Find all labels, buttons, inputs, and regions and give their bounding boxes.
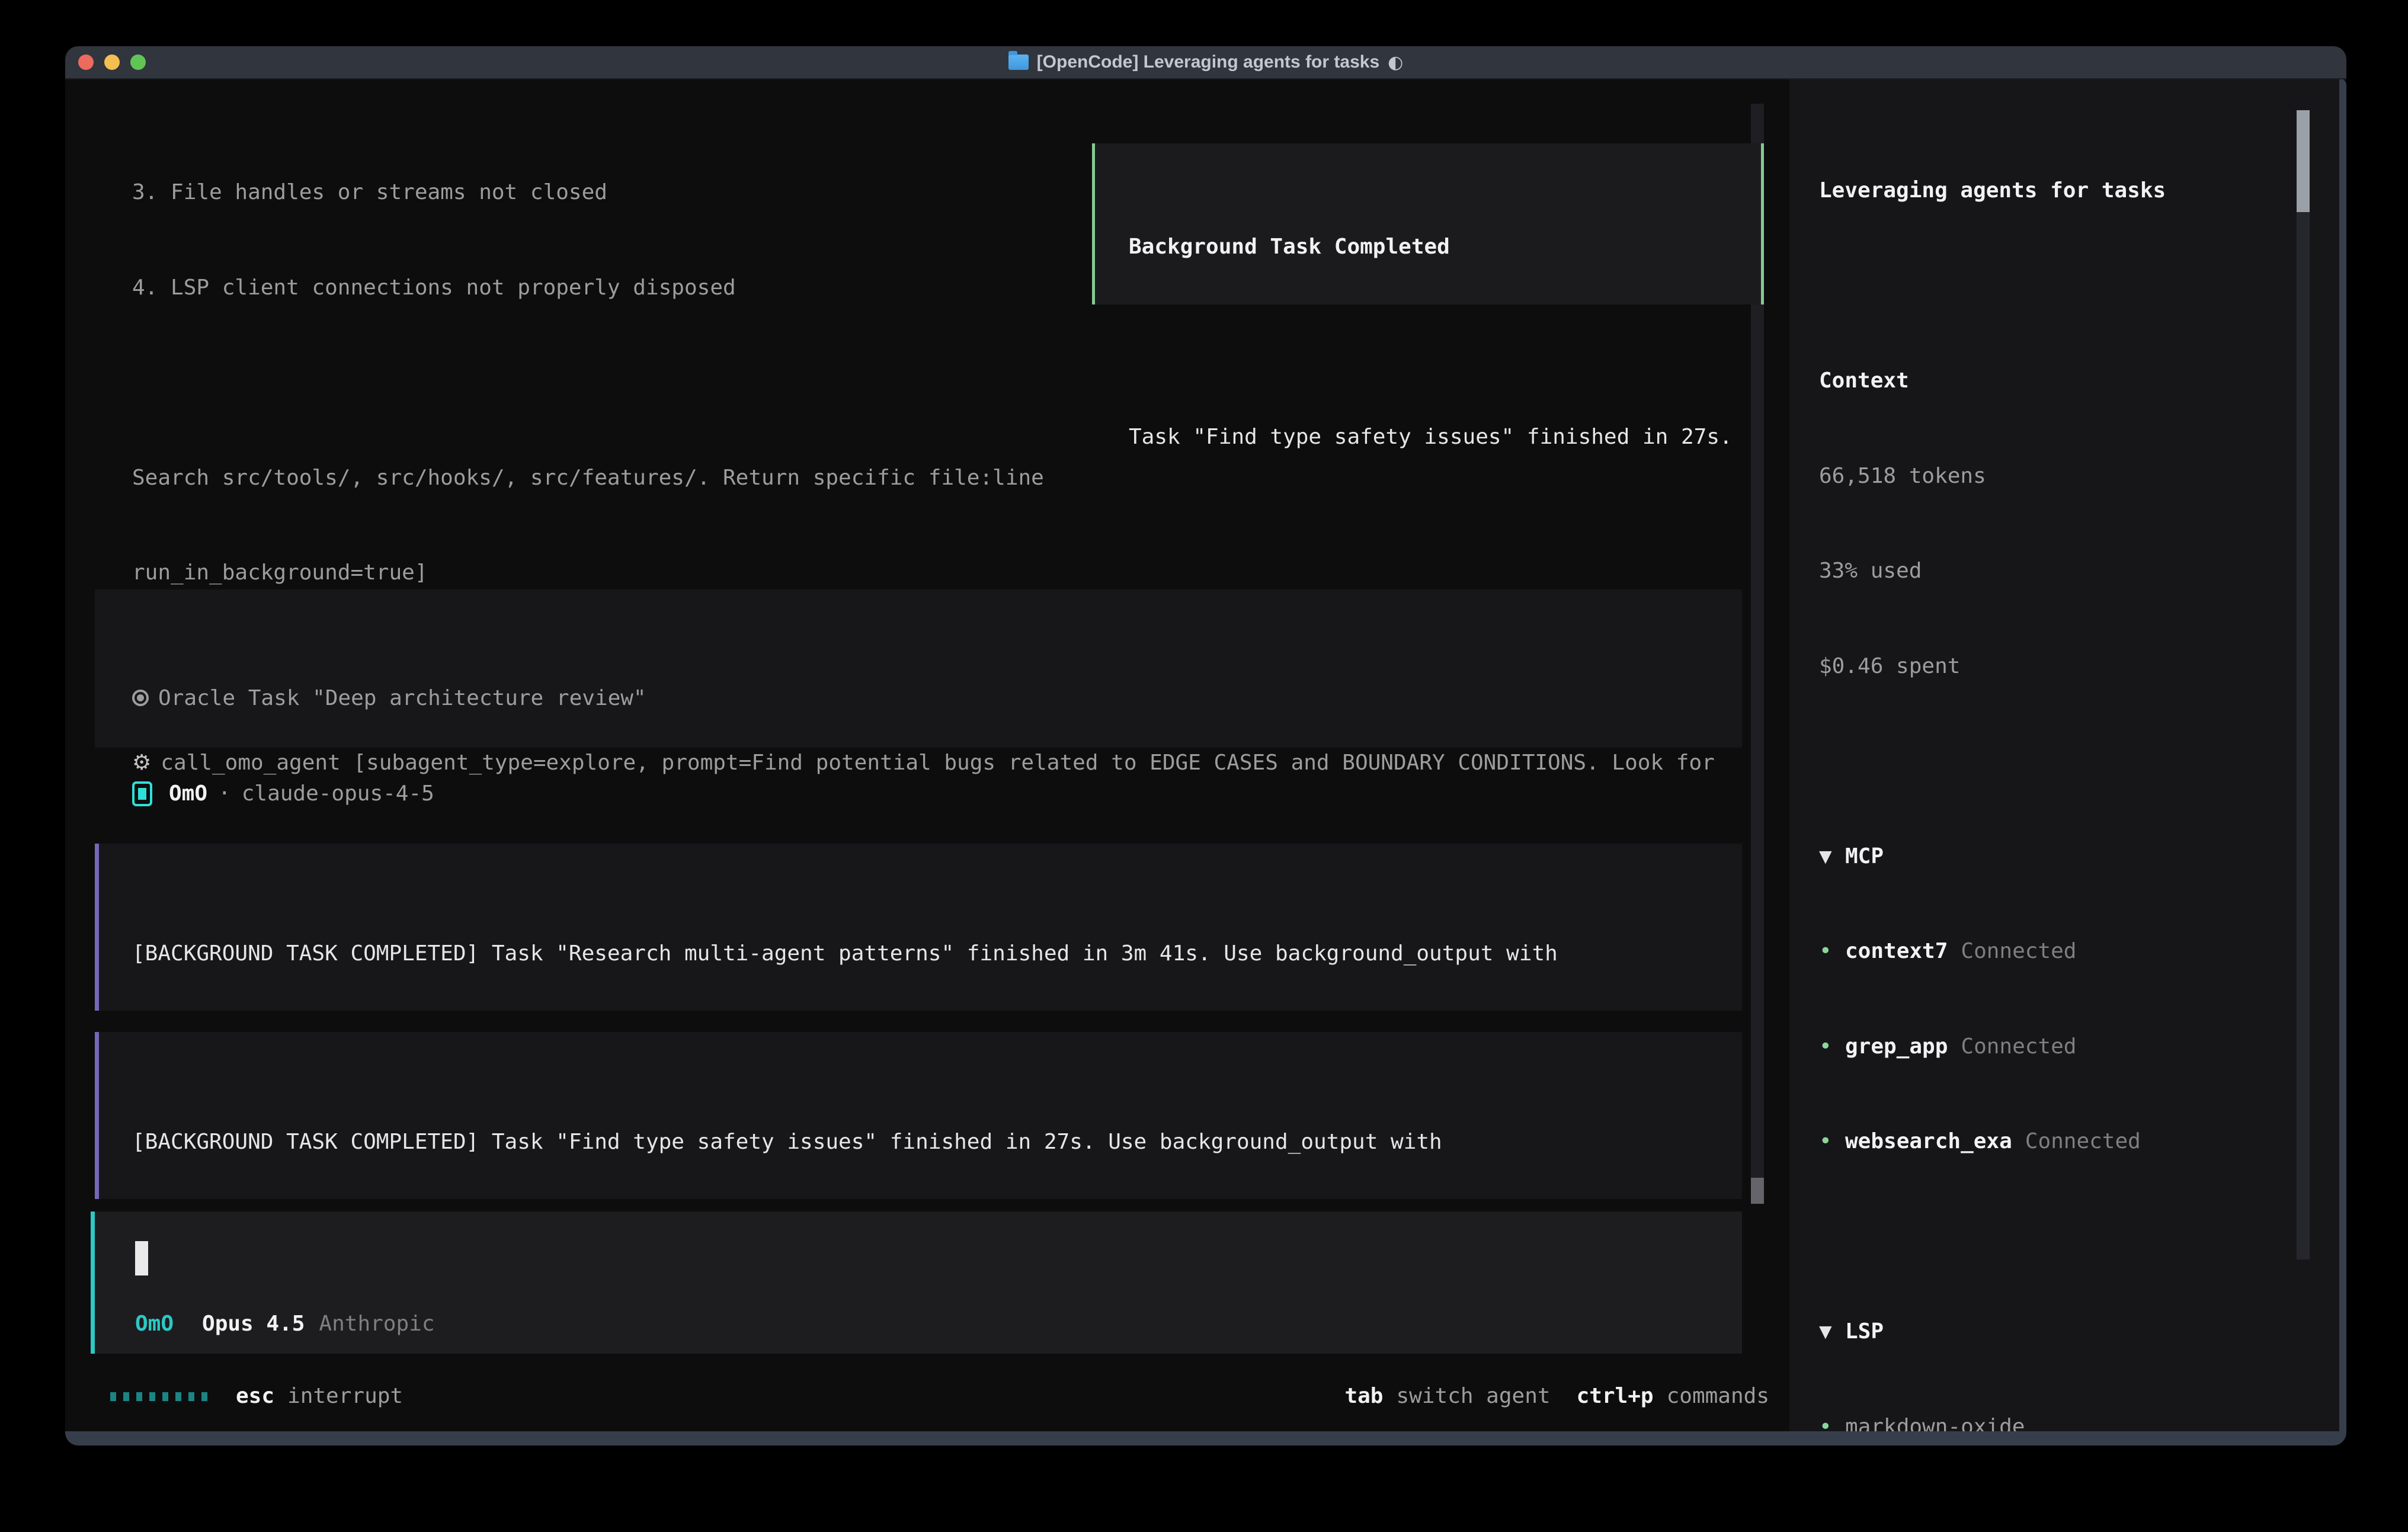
mcp-item: •context7 Connected [1819, 935, 2329, 967]
folder-icon [1008, 55, 1029, 70]
sidebar-title: Leveraging agents for tasks [1819, 175, 2329, 207]
task-message-box: [BACKGROUND TASK COMPLETED] Task "Find t… [95, 1032, 1742, 1199]
esc-key: esc [236, 1380, 274, 1412]
mcp-item: •grep_app Connected [1819, 1031, 2329, 1063]
mcp-status: Connected [1961, 1034, 2076, 1059]
mcp-section-header[interactable]: ▼MCP [1819, 841, 2329, 873]
agent-model: claude-opus-4-5 [242, 778, 434, 810]
title-group: [OpenCode] Leveraging agents for tasks ◐ [1008, 52, 1404, 73]
chevron-down-icon: ▼ [1819, 841, 1845, 873]
spinner-dots-icon [110, 1392, 207, 1401]
lsp-section-header[interactable]: ▼LSP [1819, 1316, 2329, 1348]
bullet-icon: • [1819, 1126, 1845, 1158]
oracle-task-title: Oracle Task "Deep architecture review" [158, 686, 646, 710]
ctrl-p-key: ctrl+p [1577, 1380, 1654, 1412]
mcp-status: Connected [1961, 939, 2076, 963]
text-cursor [135, 1241, 148, 1275]
window-bottom-border [65, 1431, 2346, 1446]
footer-model: Opus 4.5 [202, 1308, 305, 1340]
oracle-task-box: Oracle Task "Deep architecture review" c… [95, 589, 1742, 748]
sidebar-scrollbar-thumb[interactable] [2297, 110, 2310, 212]
toast-notification: Background Task Completed Task "Find typ… [1092, 143, 1764, 305]
context-tokens: 66,518 tokens [1819, 460, 2329, 492]
lsp-heading: LSP [1845, 1319, 1884, 1344]
input-footer: OmO Opus 4.5 Anthropic [135, 1308, 435, 1340]
agent-header: OmO · claude-opus-4-5 [132, 778, 434, 810]
agent-cursor-icon [132, 781, 152, 806]
sidebar-blank [1819, 1221, 2329, 1253]
bullet-icon: • [1819, 1031, 1845, 1063]
sidebar-scrollbar-track[interactable] [2297, 110, 2310, 1259]
context-spent: $0.46 spent [1819, 650, 2329, 682]
half-circle-icon: ◐ [1388, 52, 1403, 73]
app-window: 3. File handles or streams not closed 4.… [65, 46, 2346, 1446]
bullet-icon: • [1819, 935, 1845, 967]
toast-blank [1129, 326, 1761, 358]
status-right-group: tab switch agent ctrl+p commands [1344, 1380, 1769, 1412]
mcp-name: grep_app [1845, 1034, 1948, 1059]
toast-title: Background Task Completed [1129, 231, 1761, 263]
terminal-line: run_in_background=true] [132, 557, 1715, 589]
task-message-line: [BACKGROUND TASK COMPLETED] Task "Resear… [132, 938, 1742, 970]
sidebar-blank [1819, 270, 2329, 302]
close-button[interactable] [78, 55, 94, 70]
radio-dot-icon [132, 690, 149, 706]
agent-name: OmO [169, 778, 207, 810]
tab-label: switch agent [1396, 1380, 1550, 1412]
task-message-line: [BACKGROUND TASK COMPLETED] Task "Find t… [132, 1126, 1742, 1158]
zoom-button[interactable] [130, 55, 146, 70]
sidebar-blank [1819, 745, 2329, 777]
tab-key: tab [1344, 1380, 1383, 1412]
esc-label: interrupt [287, 1380, 403, 1412]
traffic-lights [78, 55, 146, 70]
task-message-box: [BACKGROUND TASK COMPLETED] Task "Resear… [95, 844, 1742, 1011]
oracle-task-title-line: Oracle Task "Deep architecture review" [132, 682, 1742, 714]
context-heading: Context [1819, 365, 2329, 397]
sidebar: Leveraging agents for tasks Context 66,5… [1819, 111, 2329, 1446]
titlebar[interactable]: [OpenCode] Leveraging agents for tasks ◐ [65, 46, 2346, 79]
window-title: [OpenCode] Leveraging agents for tasks [1037, 52, 1379, 72]
mcp-item: •websearch_exa Connected [1819, 1126, 2329, 1158]
minimize-button[interactable] [104, 55, 120, 70]
main-scrollbar-thumb[interactable] [1751, 1178, 1764, 1204]
mcp-name: websearch_exa [1845, 1129, 2012, 1153]
mcp-status: Connected [2025, 1129, 2141, 1153]
status-bar: esc interrupt tab switch agent ctrl+p co… [110, 1380, 1769, 1412]
context-used: 33% used [1819, 555, 2329, 587]
toast-body: Task "Find type safety issues" finished … [1129, 421, 1761, 453]
window-right-border [2339, 78, 2346, 1446]
separator-dot: · [218, 778, 231, 810]
prompt-input[interactable]: OmO Opus 4.5 Anthropic [91, 1212, 1742, 1354]
footer-agent-name: OmO [135, 1308, 174, 1340]
footer-provider: Anthropic [319, 1308, 434, 1340]
mcp-name: context7 [1845, 939, 1948, 963]
chevron-down-icon: ▼ [1819, 1316, 1845, 1348]
ctrl-p-label: commands [1667, 1380, 1769, 1412]
mcp-heading: MCP [1845, 844, 1884, 868]
